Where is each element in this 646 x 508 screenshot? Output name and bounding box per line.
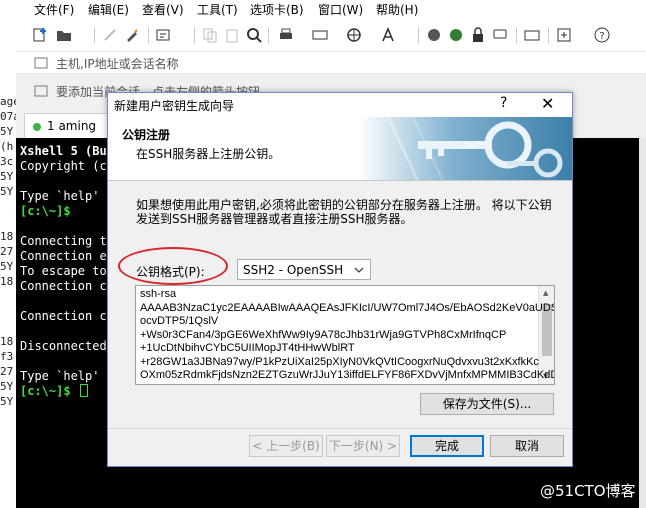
- menu-edit[interactable]: 编辑(E): [88, 1, 129, 18]
- public-key-line: +r28GW1a3JBNa97wy/P1kPzUiXaI25pXIyN0VkQV…: [140, 355, 539, 368]
- format-select[interactable]: SSH2 - OpenSSH: [237, 259, 371, 280]
- background-text-fragment: 18: [0, 275, 14, 288]
- terminal-line: Xshell 5 (Bu: [20, 144, 107, 158]
- background-text-fragment: 3c: [0, 155, 14, 168]
- connect-icon[interactable]: [102, 27, 118, 43]
- terminal-line: To escape to: [20, 264, 107, 278]
- menu-window[interactable]: 窗口(W): [318, 1, 363, 18]
- description-text: 如果想使用此用户密钥,必须将此密钥的公钥部分在服务器上注册。 将以下公钥发送到S…: [136, 198, 552, 226]
- background-text-fragment: 5Y: [0, 260, 14, 273]
- address-icon: [34, 57, 48, 69]
- background-text-fragment: 5Y: [0, 380, 14, 393]
- next-button[interactable]: 下一步(N) >: [326, 435, 400, 457]
- background-text-fragment: 5Y: [0, 125, 14, 138]
- print-icon[interactable]: [278, 27, 294, 43]
- background-text-fragment: 5Y: [0, 395, 14, 408]
- annotation-ellipse: [118, 247, 228, 285]
- new-session-icon[interactable]: [32, 27, 48, 43]
- header-title: 公钥注册: [122, 128, 171, 142]
- background-text-fragment: age: [0, 95, 16, 108]
- chevron-down-icon: [354, 267, 364, 273]
- chat-icon[interactable]: [492, 27, 508, 43]
- menu-view[interactable]: 查看(V): [142, 1, 184, 18]
- terminal-scrollbar[interactable]: [639, 138, 646, 508]
- status-dot-icon: [33, 123, 41, 131]
- background-text-fragment: 27: [0, 245, 14, 258]
- svg-text:?: ?: [599, 31, 604, 42]
- terminal-line: Disconnected: [20, 339, 107, 353]
- help-icon[interactable]: ?: [594, 27, 610, 43]
- menu-tabs[interactable]: 选项卡(B): [250, 1, 304, 18]
- open-folder-icon[interactable]: [56, 27, 72, 43]
- menu-help[interactable]: 帮助(H): [376, 1, 418, 18]
- public-key-line: ssh-rsa: [140, 288, 177, 300]
- hint-icon[interactable]: [34, 84, 48, 98]
- dialog-header: 公钥注册 在SSH服务器上注册公钥。: [108, 117, 572, 181]
- background-text-fragment: (h: [0, 140, 14, 153]
- help-button[interactable]: ?: [500, 95, 507, 111]
- background-text-fragment: 27: [0, 365, 14, 378]
- background-window: age 07a 5Y (h 3c 5Y 5Y 18 27 5Y 18 18 f3 27 5Y 5Y: [0, 0, 16, 508]
- background-text-fragment: 18: [0, 230, 14, 243]
- cancel-button[interactable]: 取消: [490, 435, 564, 457]
- public-key-line: +Ws0r3CFan4/3pGE6WeXhfWw9Iy9A78cJhb31rWj…: [140, 328, 507, 341]
- background-text-fragment: f3: [0, 350, 14, 363]
- address-placeholder: 主机,IP地址或会话名称: [56, 57, 179, 71]
- keys-banner-icon: [358, 117, 572, 180]
- globe-icon[interactable]: [346, 27, 362, 43]
- copy-icon[interactable]: [202, 27, 218, 43]
- header-subtitle: 在SSH服务器上注册公钥。: [136, 147, 281, 161]
- finish-button[interactable]: 完成: [410, 435, 484, 457]
- lock-icon[interactable]: [470, 27, 486, 43]
- format-value: SSH2 - OpenSSH: [243, 263, 344, 277]
- tunnel-icon[interactable]: [448, 27, 464, 43]
- paste-icon[interactable]: [224, 27, 240, 43]
- xftp-icon[interactable]: [426, 27, 442, 43]
- watermark: @51CTO博客: [540, 482, 636, 500]
- public-key-textarea[interactable]: ▲ ▼ ssh-rsa AAAAB3NzaC1yc2EAAAABIwAAAQEAs…: [135, 285, 555, 385]
- background-text-fragment: 5Y: [0, 185, 14, 198]
- address-bar[interactable]: 主机,IP地址或会话名称: [16, 52, 646, 74]
- dialog-title-bar: 新建用户密钥生成向导 ? ✕: [108, 93, 572, 117]
- public-key-line: AAAAB3NzaC1yc2EAAAABIwAAAQEAsJFKIcI/UW7O…: [140, 301, 555, 314]
- new-user-key-wizard-dialog: 新建用户密钥生成向导 ? ✕ 公钥注册 在SSH服务器上注册公钥。 如果想使用此…: [107, 92, 573, 467]
- public-key-line: +1UcDtNbihvCYbC5UIIMopJT4tHHwWblRT: [140, 342, 355, 354]
- terminal-line: Type `help': [20, 369, 100, 383]
- background-text-fragment: 07a: [0, 110, 16, 123]
- scroll-up-icon[interactable]: ▲: [543, 289, 548, 297]
- font-icon[interactable]: [380, 27, 396, 43]
- terminal-line: Connection e: [20, 249, 107, 263]
- new-tab-icon[interactable]: [556, 27, 572, 43]
- menu-file[interactable]: 文件(F): [34, 1, 74, 18]
- tab-label: 1 aming: [47, 119, 97, 133]
- toolbar: ?: [16, 18, 646, 52]
- close-button[interactable]: ✕: [541, 94, 554, 113]
- background-text-fragment: 5Y: [0, 170, 14, 183]
- dialog-title: 新建用户密钥生成向导: [114, 99, 235, 113]
- menu-bar: 文件(F) 编辑(E) 查看(V) 工具(T) 选项卡(B) 窗口(W) 帮助(…: [16, 0, 646, 18]
- terminal-line: [c:\~]$: [20, 384, 88, 398]
- find-icon[interactable]: [246, 27, 262, 43]
- public-key-line: OXm05zRdmkFjdsNzn2EZTGzuWrJJuY13iffdELFY…: [140, 369, 555, 381]
- pen-icon[interactable]: [124, 27, 140, 43]
- terminal-line: Copyright (c: [20, 159, 107, 173]
- terminal-cursor: [79, 384, 88, 397]
- public-key-line: ocvDTP5/1QslV: [140, 315, 219, 327]
- terminal-line: Type `help': [20, 189, 100, 203]
- terminal-line: Connection c: [20, 279, 107, 293]
- back-button[interactable]: < 上一步(B): [249, 435, 323, 457]
- properties-icon[interactable]: [156, 27, 172, 43]
- save-to-file-button[interactable]: 保存为文件(S)...: [420, 393, 554, 415]
- keyboard-icon[interactable]: [312, 27, 328, 43]
- terminal-line: Connecting t: [20, 234, 107, 248]
- compose-icon[interactable]: [524, 27, 540, 43]
- terminal-line: [c:\~]$: [20, 204, 71, 218]
- terminal-line: Connection c: [20, 309, 107, 323]
- background-text-fragment: 18: [0, 335, 14, 348]
- menu-tools[interactable]: 工具(T): [197, 1, 238, 18]
